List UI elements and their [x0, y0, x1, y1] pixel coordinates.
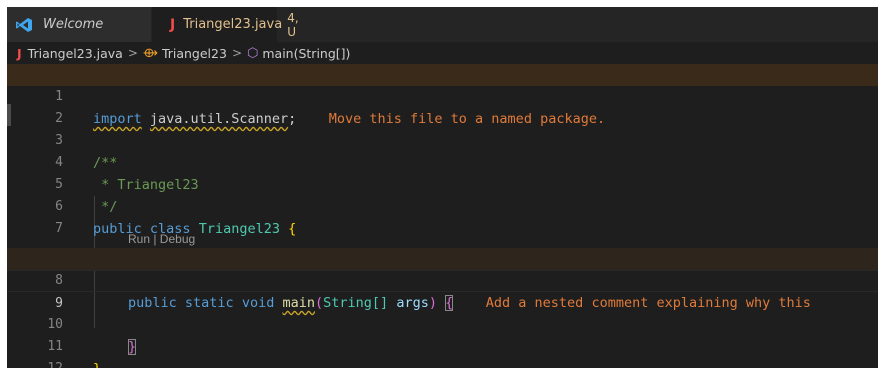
- vscode-icon: [16, 17, 32, 32]
- tab-file-label: Triangel23.java: [183, 17, 283, 32]
- breadcrumb: J Triangel23.java > ⟴ Triangel23 > ⬡ mai…: [7, 42, 878, 64]
- class-icon: ⟴: [142, 45, 158, 61]
- breadcrumb-method[interactable]: main(String[]): [262, 46, 350, 61]
- line-content: }: [93, 358, 101, 368]
- chevron-right-icon: >: [231, 46, 242, 60]
- breadcrumb-class[interactable]: Triangel23: [162, 46, 227, 61]
- code-line-8[interactable]: 8 public static void main(String[] args)…: [7, 248, 878, 311]
- code-line-7[interactable]: 7: [7, 196, 878, 236]
- line-number: 7: [55, 221, 63, 236]
- editor-window: Welcome J Triangel23.java 4, U J Triange…: [7, 7, 878, 368]
- tab-bar: Welcome J Triangel23.java 4, U: [7, 7, 878, 42]
- code-editor[interactable]: 1 import java.util.Scanner; Move this fi…: [7, 64, 878, 368]
- code-line-12[interactable]: 12: [7, 336, 878, 368]
- tab-welcome-label: Welcome: [43, 17, 104, 32]
- code-line-1[interactable]: 1 import java.util.Scanner; Move this fi…: [7, 64, 878, 127]
- code-line-9[interactable]: 9: [7, 270, 878, 311]
- code-line-3[interactable]: 3 /**: [7, 108, 878, 171]
- code-line-4[interactable]: 4 * Triangel23: [7, 130, 878, 193]
- code-line-11[interactable]: 11 }: [7, 314, 878, 368]
- code-line-6[interactable]: 6 public class Triangel23 {: [7, 174, 878, 237]
- chevron-right-icon: >: [127, 46, 138, 60]
- code-line-2[interactable]: 2: [7, 86, 878, 126]
- breadcrumb-file[interactable]: Triangel23.java: [28, 46, 123, 61]
- code-line-10[interactable]: 10 }: [7, 292, 878, 355]
- tab-welcome[interactable]: Welcome: [7, 7, 152, 42]
- codelens-run-debug[interactable]: Run | Debug: [128, 232, 195, 246]
- line-number: 12: [27, 358, 63, 368]
- tab-triangel23-java[interactable]: J Triangel23.java 4, U: [152, 7, 299, 42]
- code-line-5[interactable]: 5 */: [7, 152, 878, 215]
- java-icon: J: [170, 16, 176, 33]
- problem-count-badge: 4, U: [287, 10, 299, 39]
- method-cube-icon: ⬡: [247, 45, 259, 61]
- java-file-icon: J: [17, 45, 22, 61]
